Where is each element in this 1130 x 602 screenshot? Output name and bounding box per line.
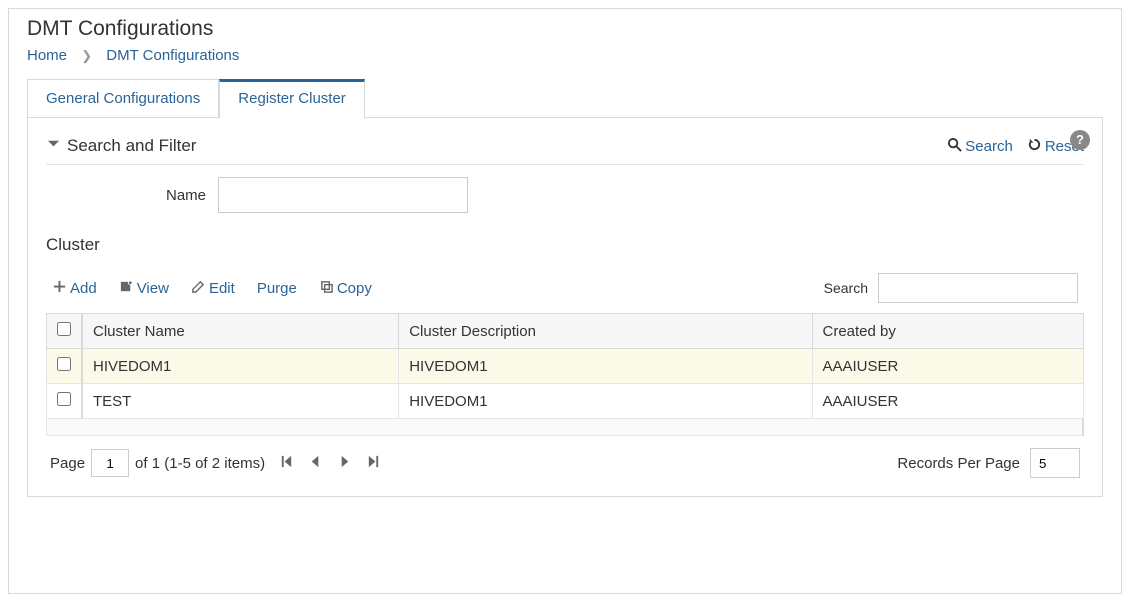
col-cluster-name[interactable]: Cluster Name: [82, 314, 399, 349]
chevron-down-icon: [46, 136, 61, 156]
page-title: DMT Configurations: [27, 9, 1103, 45]
name-input[interactable]: [218, 177, 468, 213]
name-label: Name: [146, 187, 206, 204]
tab-register-cluster[interactable]: Register Cluster: [219, 79, 365, 118]
tab-general-configurations[interactable]: General Configurations: [27, 79, 219, 118]
cell-desc: HIVEDOM1: [399, 384, 812, 419]
search-button[interactable]: Search: [947, 137, 1013, 156]
help-icon[interactable]: ?: [1070, 130, 1090, 150]
rpp-label: Records Per Page: [897, 455, 1020, 472]
edit-icon: [191, 279, 206, 298]
col-cluster-desc[interactable]: Cluster Description: [399, 314, 812, 349]
cell-created: AAAIUSER: [812, 349, 1083, 384]
last-page-icon[interactable]: [366, 454, 381, 473]
add-button[interactable]: Add: [52, 279, 97, 298]
toolbar-search-label: Search: [824, 280, 868, 296]
cell-created: AAAIUSER: [812, 384, 1083, 419]
cell-name: HIVEDOM1: [82, 349, 399, 384]
row-checkbox[interactable]: [57, 392, 71, 406]
page-summary: of 1 (1-5 of 2 items): [135, 455, 265, 472]
breadcrumb-home[interactable]: Home: [27, 47, 67, 64]
search-filter-title: Search and Filter: [67, 136, 196, 156]
chevron-right-icon: ❯: [81, 48, 92, 63]
search-filter-header[interactable]: Search and Filter: [46, 136, 196, 156]
toolbar-search-input[interactable]: [878, 273, 1078, 303]
col-created-by[interactable]: Created by: [812, 314, 1083, 349]
next-page-icon[interactable]: [337, 454, 352, 473]
search-icon: [947, 137, 962, 156]
copy-icon: [319, 279, 334, 298]
edit-button[interactable]: Edit: [191, 279, 235, 298]
tab-content: ? Search and Filter Search: [27, 118, 1103, 497]
cluster-heading: Cluster: [46, 235, 1084, 255]
breadcrumb: Home ❯ DMT Configurations: [27, 45, 1103, 78]
row-checkbox[interactable]: [57, 357, 71, 371]
select-all-header: [47, 314, 83, 349]
purge-button[interactable]: Purge: [257, 279, 297, 298]
cluster-table: Cluster Name Cluster Description Created…: [46, 313, 1084, 436]
tabs: General Configurations Register Cluster: [27, 78, 1103, 118]
page-label: Page: [50, 455, 85, 472]
prev-page-icon[interactable]: [308, 454, 323, 473]
page-input[interactable]: [91, 449, 129, 477]
breadcrumb-current[interactable]: DMT Configurations: [106, 47, 239, 64]
cell-name: TEST: [82, 384, 399, 419]
reset-icon: [1027, 137, 1042, 156]
copy-button[interactable]: Copy: [319, 279, 372, 298]
table-row[interactable]: HIVEDOM1 HIVEDOM1 AAAIUSER: [47, 349, 1084, 384]
rpp-input[interactable]: [1030, 448, 1080, 478]
view-button[interactable]: View: [119, 279, 169, 298]
plus-icon: [52, 279, 67, 298]
table-footer-row: [47, 419, 1084, 436]
select-all-checkbox[interactable]: [57, 322, 71, 336]
view-icon: [119, 279, 134, 298]
table-row[interactable]: TEST HIVEDOM1 AAAIUSER: [47, 384, 1084, 419]
first-page-icon[interactable]: [279, 454, 294, 473]
cell-desc: HIVEDOM1: [399, 349, 812, 384]
